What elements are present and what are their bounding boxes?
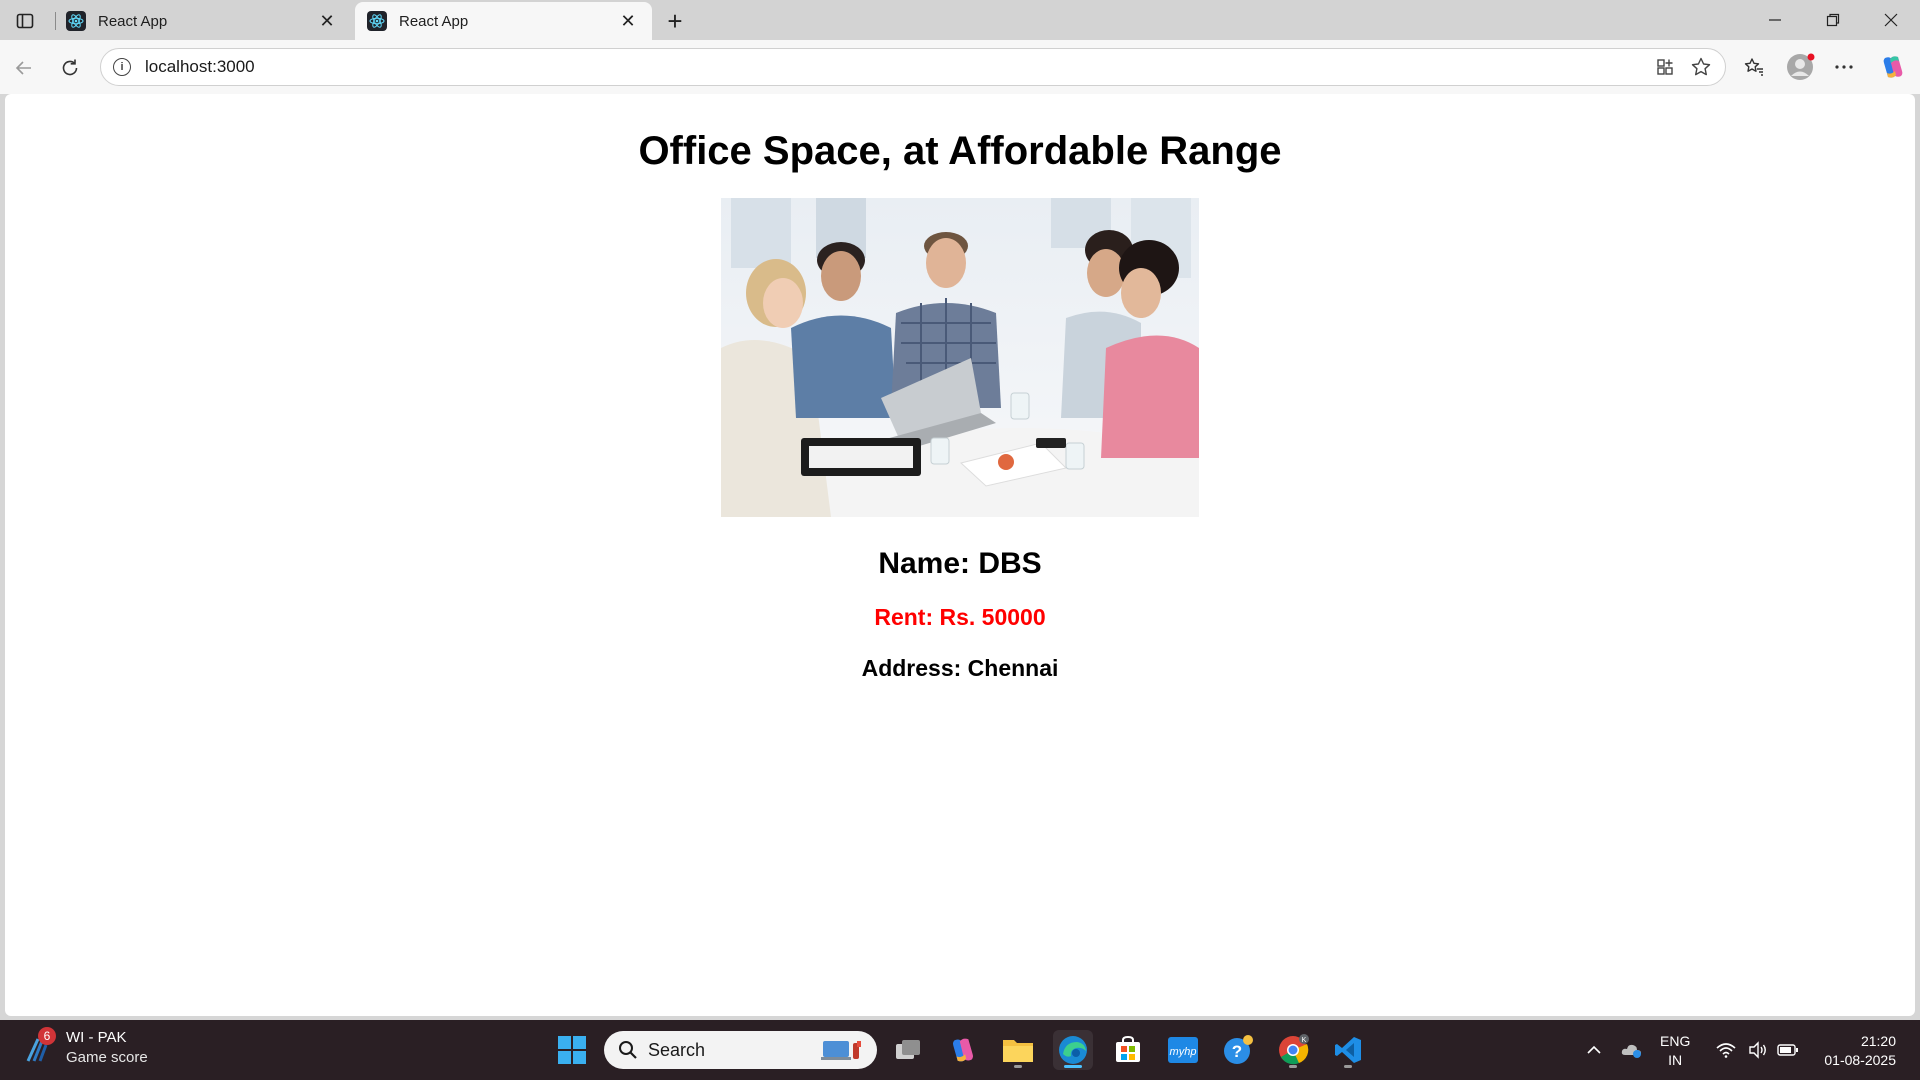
show-hidden-icons-button[interactable] [1582,1020,1606,1080]
react-favicon-icon [66,11,86,31]
tab-actions-icon[interactable] [8,6,42,36]
volume-icon[interactable] [1744,1020,1772,1080]
new-tab-button[interactable]: + [660,6,690,36]
tab-close-icon[interactable]: ✕ [616,9,640,33]
office-rent: Rent: Rs. 50000 [874,604,1046,630]
refresh-button[interactable] [52,50,88,86]
favorites-icon[interactable] [1736,49,1772,85]
language-indicator[interactable]: ENG IN [1660,1032,1690,1070]
start-button[interactable] [552,1030,592,1070]
cricket-icon: 6 [22,1027,56,1065]
windows-taskbar: 6 WI - PAK Game score Search myhp ? K EN… [0,1020,1920,1080]
site-info-icon[interactable]: i [113,58,131,76]
region-code: IN [1668,1052,1683,1068]
myhp-icon[interactable]: myhp [1163,1030,1203,1070]
vscode-icon[interactable] [1328,1030,1368,1070]
office-address: Address: Chennai [861,655,1059,681]
get-help-icon[interactable]: ? [1218,1030,1258,1070]
back-button[interactable] [6,50,42,86]
system-clock[interactable]: 21:20 01-08-2025 [1812,1032,1896,1070]
microsoft-store-icon[interactable] [1108,1030,1148,1070]
widget-title: WI - PAK [66,1029,127,1046]
copilot-icon[interactable] [1875,49,1911,85]
onedrive-icon[interactable] [1618,1020,1646,1080]
url-text[interactable]: localhost:3000 [145,57,1647,77]
tab-title: React App [399,12,469,30]
language-code: ENG [1660,1033,1691,1049]
taskbar-search[interactable]: Search [604,1031,877,1069]
tab-title: React App [98,12,168,30]
clock-time: 21:20 [1860,1033,1896,1049]
edge-browser-icon[interactable] [1053,1030,1093,1070]
page-heading: Office Space, at Affordable Range [638,129,1282,173]
office-name: Name: DBS [878,547,1042,580]
svg-text:myhp: myhp [1170,1046,1197,1058]
close-window-button[interactable] [1862,0,1920,40]
favorite-star-icon[interactable] [1683,49,1719,85]
battery-icon[interactable] [1774,1020,1802,1080]
react-favicon-icon [367,11,387,31]
app-available-icon[interactable] [1647,49,1683,85]
svg-text:K: K [1302,1037,1307,1044]
app-root: Office Space, at Affordable Range Name: … [5,94,1915,682]
office-meeting-photo [721,198,1199,517]
page-viewport: Office Space, at Affordable Range Name: … [5,94,1915,1016]
copilot-app-icon[interactable] [943,1030,983,1070]
tab-react-app-1[interactable]: React App ✕ [54,2,351,40]
search-icon [618,1040,638,1060]
address-bar[interactable]: i localhost:3000 [100,48,1726,86]
clock-date: 01-08-2025 [1824,1052,1896,1068]
svg-text:?: ? [1232,1042,1242,1061]
search-label: Search [648,1039,706,1060]
profile-avatar-icon[interactable] [1782,49,1818,85]
widget-subtitle: Game score [66,1049,148,1066]
file-explorer-icon[interactable] [998,1030,1038,1070]
weather-widget[interactable]: 6 WI - PAK Game score [22,1027,148,1068]
wifi-icon[interactable] [1712,1020,1740,1080]
task-view-icon[interactable] [888,1030,928,1070]
tab-close-icon[interactable]: ✕ [315,9,339,33]
minimize-button[interactable] [1746,0,1804,40]
notification-badge: 6 [38,1027,56,1045]
tab-strip: React App ✕ React App ✕ + [0,0,1920,40]
search-highlight-icon [821,1037,865,1063]
tab-react-app-2[interactable]: React App ✕ [355,2,652,40]
more-options-icon[interactable] [1826,49,1862,85]
chrome-icon[interactable]: K [1273,1030,1313,1070]
restore-button[interactable] [1804,0,1862,40]
browser-toolbar: i localhost:3000 [0,40,1920,94]
